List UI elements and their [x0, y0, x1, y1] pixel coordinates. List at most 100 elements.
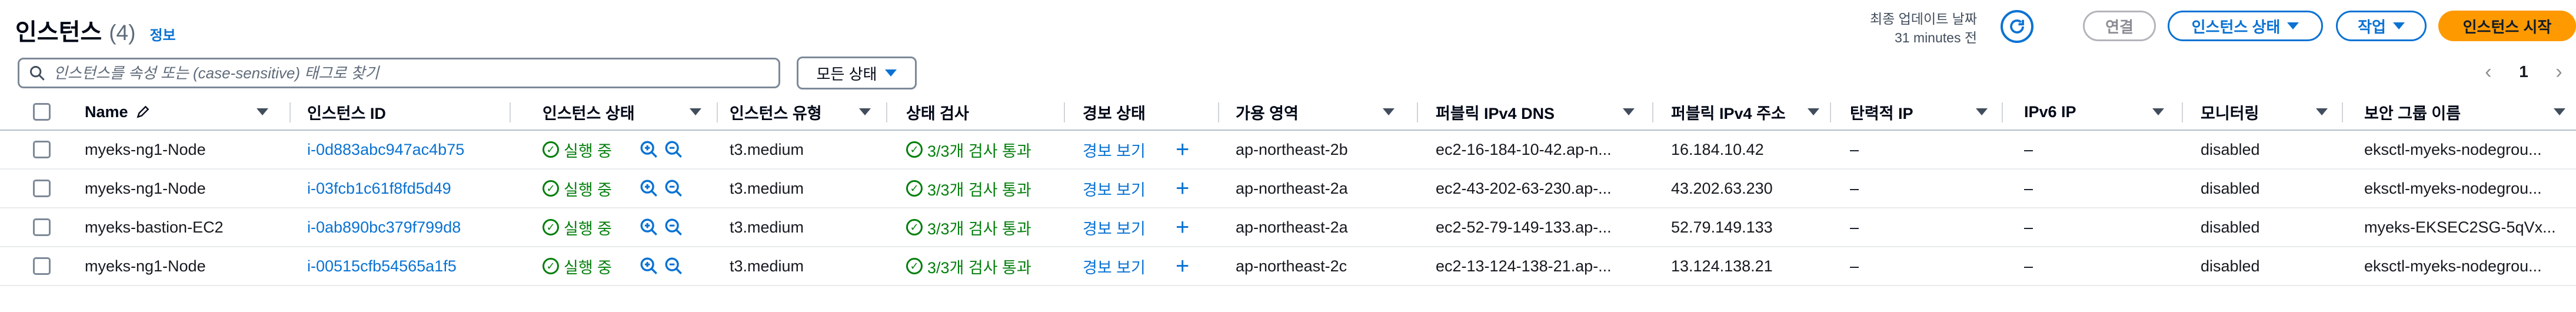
col-ipv6[interactable]: IPv6 IP: [2024, 94, 2076, 130]
sort-dns-icon[interactable]: [1623, 94, 1635, 130]
column-divider: [2002, 102, 2003, 122]
connect-label: 연결: [2105, 18, 2134, 36]
cell-public-ipv4: 16.184.10.42: [1671, 140, 1764, 158]
column-divider: [717, 102, 718, 122]
view-alarms-link[interactable]: 경보 보기: [1083, 131, 1146, 168]
table-row[interactable]: myeks-ng1-Node i-00515cfb54565a1f5 ✓ 실행 중…: [0, 247, 2576, 286]
col-status-check[interactable]: 상태 검사: [906, 94, 969, 130]
sort-monitoring-icon[interactable]: [2316, 94, 2328, 130]
table-row[interactable]: myeks-ng1-Node i-0d883abc947ac4b75 ✓ 실행 중…: [0, 131, 2576, 170]
sort-ipv4-icon[interactable]: [1808, 94, 1819, 130]
column-divider: [510, 102, 511, 122]
status-check-text: 3/3개 검사 통과: [927, 220, 1031, 238]
table-row[interactable]: myeks-ng1-Node i-03fcb1c61f8fd5d49 ✓ 실행 중…: [0, 170, 2576, 208]
zoom-out-icon[interactable]: [664, 178, 684, 198]
col-public-dns[interactable]: 퍼블릭 IPv4 DNS: [1436, 94, 1555, 130]
state-running: ✓ 실행 중: [543, 177, 612, 200]
table-row[interactable]: myeks-bastion-EC2 i-0ab890bc379f799d8 ✓ 실…: [0, 208, 2576, 247]
current-page[interactable]: 1: [2519, 62, 2528, 81]
launch-instance-button[interactable]: 인스턴스 시작: [2438, 11, 2576, 41]
cell-instance-id-link[interactable]: i-0ab890bc379f799d8: [307, 208, 461, 246]
state-zoom-actions: [639, 247, 684, 285]
status-check-passed: ✓ 3/3개 검사 통과: [906, 138, 1031, 161]
zoom-in-icon[interactable]: [639, 217, 659, 237]
cell-security-group: eksctl-myeks-nodegrou...: [2364, 179, 2542, 197]
cell-az: ap-northeast-2b: [1236, 140, 1348, 158]
row-checkbox[interactable]: [33, 218, 51, 236]
caret-down-icon: [2287, 22, 2299, 29]
prev-page-icon[interactable]: ‹: [2485, 61, 2491, 84]
column-divider: [2182, 102, 2183, 122]
refresh-button[interactable]: [2001, 10, 2033, 43]
state-running: ✓ 실행 중: [543, 216, 612, 239]
column-divider: [1417, 102, 1418, 122]
search-box[interactable]: [18, 58, 780, 88]
cell-type: t3.medium: [730, 218, 804, 236]
zoom-out-icon[interactable]: [664, 140, 684, 160]
sort-eip-icon[interactable]: [1976, 94, 1988, 130]
cell-state: ✓ 실행 중: [543, 208, 612, 246]
col-monitoring[interactable]: 모니터링: [2201, 94, 2259, 130]
zoom-in-icon[interactable]: [639, 256, 659, 276]
info-link[interactable]: 정보: [149, 24, 175, 44]
cell-public-ipv4: 43.202.63.230: [1671, 179, 1773, 197]
add-alarm-icon[interactable]: +: [1176, 247, 1189, 285]
connect-button[interactable]: 연결: [2083, 11, 2156, 41]
col-availability-zone[interactable]: 가용 영역: [1236, 94, 1299, 130]
view-alarms-link[interactable]: 경보 보기: [1083, 208, 1146, 246]
sort-type-icon[interactable]: [859, 94, 871, 130]
actions-dropdown[interactable]: 작업: [2336, 11, 2427, 41]
sort-ipv6-icon[interactable]: [2152, 94, 2164, 130]
add-alarm-icon[interactable]: +: [1176, 131, 1189, 168]
col-name[interactable]: Name: [85, 94, 285, 130]
zoom-in-icon[interactable]: [639, 140, 659, 160]
search-input[interactable]: [54, 64, 760, 82]
sort-az-icon[interactable]: [1383, 94, 1394, 130]
zoom-out-icon[interactable]: [664, 217, 684, 237]
col-instance-type[interactable]: 인스턴스 유형: [730, 94, 822, 130]
col-instance-id[interactable]: 인스턴스 ID: [307, 94, 386, 130]
cell-az: ap-northeast-2c: [1236, 257, 1347, 275]
view-alarms-link[interactable]: 경보 보기: [1083, 247, 1146, 285]
zoom-out-icon[interactable]: [664, 256, 684, 276]
check-circle-icon: ✓: [906, 219, 923, 235]
select-all-checkbox[interactable]: [33, 103, 51, 121]
next-page-icon[interactable]: ›: [2555, 61, 2562, 84]
instance-count: (4): [109, 21, 136, 45]
cell-state: ✓ 실행 중: [543, 247, 612, 285]
launch-instance-label: 인스턴스 시작: [2462, 18, 2552, 36]
state-text: 실행 중: [564, 181, 613, 199]
state-filter-select[interactable]: 모든 상태: [797, 57, 917, 89]
col-elastic-ip[interactable]: 탄력적 IP: [1850, 94, 1913, 130]
cell-instance-id-link[interactable]: i-00515cfb54565a1f5: [307, 247, 457, 285]
add-alarm-icon[interactable]: +: [1176, 170, 1189, 207]
check-circle-icon: ✓: [543, 180, 559, 197]
zoom-in-icon[interactable]: [639, 178, 659, 198]
cell-elastic-ip: –: [1850, 140, 1859, 158]
cell-instance-id-link[interactable]: i-0d883abc947ac4b75: [307, 131, 464, 168]
row-checkbox[interactable]: [33, 257, 51, 275]
col-alarm-status[interactable]: 경보 상태: [1083, 94, 1146, 130]
col-public-ipv4[interactable]: 퍼블릭 IPv4 주소: [1671, 94, 1786, 130]
row-checkbox[interactable]: [33, 180, 51, 197]
cell-security-group: myeks-EKSEC2SG-5qVx...: [2364, 218, 2556, 236]
state-zoom-actions: [639, 170, 684, 207]
sort-sg-icon[interactable]: [2554, 94, 2565, 130]
col-security-group[interactable]: 보안 그룹 이름: [2364, 94, 2461, 130]
refresh-icon: [2010, 19, 2024, 34]
status-check-passed: ✓ 3/3개 검사 통과: [906, 255, 1031, 278]
view-alarms-link[interactable]: 경보 보기: [1083, 170, 1146, 207]
cell-monitoring: disabled: [2201, 140, 2260, 158]
instance-state-dropdown[interactable]: 인스턴스 상태: [2168, 11, 2323, 41]
state-text: 실행 중: [564, 142, 613, 160]
sort-state-icon[interactable]: [690, 94, 701, 130]
sort-name-icon[interactable]: [257, 94, 268, 130]
cell-name: myeks-ng1-Node: [85, 179, 206, 197]
select-all-checkbox-cell: [33, 94, 51, 130]
col-instance-state[interactable]: 인스턴스 상태: [543, 94, 635, 130]
check-circle-icon: ✓: [906, 258, 923, 274]
add-alarm-icon[interactable]: +: [1176, 208, 1189, 246]
row-checkbox[interactable]: [33, 141, 51, 158]
cell-public-ipv4: 52.79.149.133: [1671, 218, 1773, 236]
cell-instance-id-link[interactable]: i-03fcb1c61f8fd5d49: [307, 170, 451, 207]
